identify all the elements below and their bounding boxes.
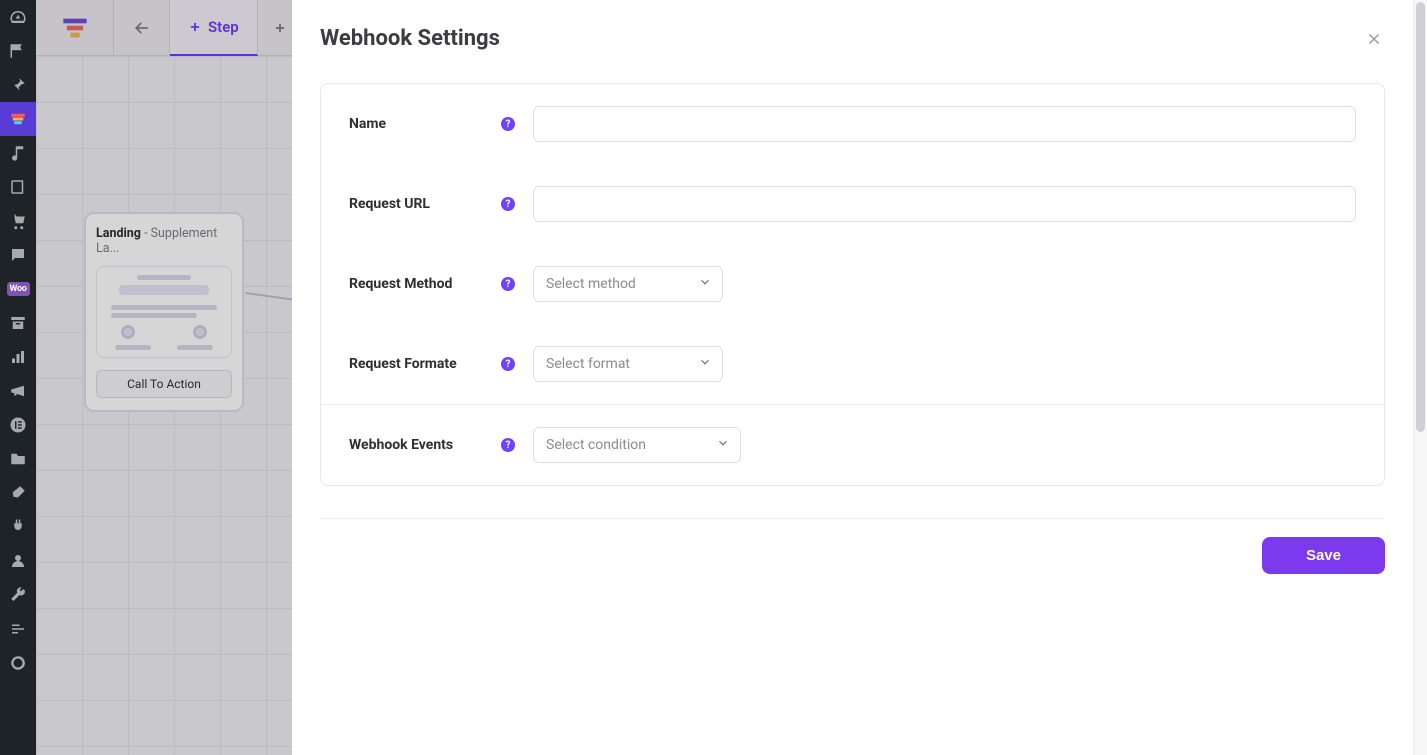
rail-comments[interactable] <box>0 238 36 272</box>
rail-cart[interactable] <box>0 204 36 238</box>
rail-dashboard[interactable] <box>0 0 36 34</box>
row-request-method: Request Method ? Select method <box>321 244 1384 324</box>
elementor-icon <box>9 416 27 434</box>
save-button[interactable]: Save <box>1262 537 1385 574</box>
chat-icon <box>9 246 27 264</box>
help-icon[interactable]: ? <box>501 357 515 371</box>
layers-icon <box>9 110 27 128</box>
rail-q[interactable] <box>0 646 36 680</box>
rail-users[interactable] <box>0 544 36 578</box>
panel-title: Webhook Settings <box>320 26 500 51</box>
settings-form-section: Name ? Request URL ? Request Method ? Se… <box>320 83 1385 486</box>
rail-files[interactable] <box>0 442 36 476</box>
q-icon <box>9 654 27 672</box>
cart-icon <box>9 212 27 230</box>
gauge-icon <box>9 8 27 26</box>
row-request-url: Request URL ? <box>321 164 1384 244</box>
folder-icon <box>9 450 27 468</box>
help-icon[interactable]: ? <box>501 197 515 211</box>
rail-plugins[interactable] <box>0 510 36 544</box>
help-icon[interactable]: ? <box>501 277 515 291</box>
left-icon-rail: Woo <box>0 0 36 755</box>
rail-design[interactable] <box>0 476 36 510</box>
book-icon <box>9 178 27 196</box>
rail-banner[interactable] <box>0 34 36 68</box>
megaphone-icon <box>9 382 27 400</box>
bar-chart-icon <box>9 348 27 366</box>
request-url-input[interactable] <box>533 186 1356 222</box>
label-webhook-events: Webhook Events <box>349 437 501 453</box>
row-request-format: Request Formate ? Select format <box>321 324 1384 404</box>
rail-marketing[interactable] <box>0 374 36 408</box>
rail-tools[interactable] <box>0 578 36 612</box>
label-request-format: Request Formate <box>349 356 501 372</box>
rail-analytics[interactable] <box>0 340 36 374</box>
rail-pin[interactable] <box>0 68 36 102</box>
request-method-select[interactable]: Select method <box>533 266 723 302</box>
help-icon[interactable]: ? <box>501 117 515 131</box>
rail-elementor[interactable] <box>0 408 36 442</box>
rail-funnels[interactable] <box>0 102 36 136</box>
sliders-icon <box>9 620 27 638</box>
archive-icon <box>9 314 27 332</box>
request-format-select[interactable]: Select format <box>533 346 723 382</box>
name-input[interactable] <box>533 106 1356 142</box>
brush-icon <box>9 484 27 502</box>
flag-icon <box>9 42 27 60</box>
music-icon <box>9 144 27 162</box>
label-request-method: Request Method <box>349 276 501 292</box>
help-icon[interactable]: ? <box>501 438 515 452</box>
rail-pages[interactable] <box>0 170 36 204</box>
label-request-url: Request URL <box>349 196 501 212</box>
webhook-events-select[interactable]: Select condition <box>533 427 741 463</box>
close-button[interactable] <box>1363 28 1385 50</box>
close-icon <box>1365 30 1383 48</box>
select-placeholder: Select format <box>546 356 630 372</box>
row-name: Name ? <box>321 84 1384 164</box>
chevron-down-icon <box>716 436 730 454</box>
panel-footer: Save <box>320 518 1385 574</box>
page-scrollbar[interactable] <box>1413 0 1427 755</box>
modal-backdrop[interactable] <box>36 0 292 755</box>
wrench-icon <box>9 586 27 604</box>
webhook-settings-panel: Webhook Settings Name ? Request URL ? Re… <box>292 0 1413 755</box>
plug-icon <box>9 518 27 536</box>
row-webhook-events: Webhook Events ? Select condition <box>321 405 1384 485</box>
rail-woocommerce[interactable]: Woo <box>0 272 36 306</box>
scrollbar-thumb[interactable] <box>1416 2 1425 432</box>
pin-icon <box>9 76 27 94</box>
rail-settings[interactable] <box>0 612 36 646</box>
user-icon <box>9 552 27 570</box>
rail-archive[interactable] <box>0 306 36 340</box>
woo-icon: Woo <box>7 282 30 296</box>
select-placeholder: Select method <box>546 276 636 292</box>
chevron-down-icon <box>698 355 712 373</box>
label-name: Name <box>349 116 501 132</box>
select-placeholder: Select condition <box>546 437 646 453</box>
rail-media[interactable] <box>0 136 36 170</box>
panel-header: Webhook Settings <box>292 0 1413 71</box>
chevron-down-icon <box>698 275 712 293</box>
